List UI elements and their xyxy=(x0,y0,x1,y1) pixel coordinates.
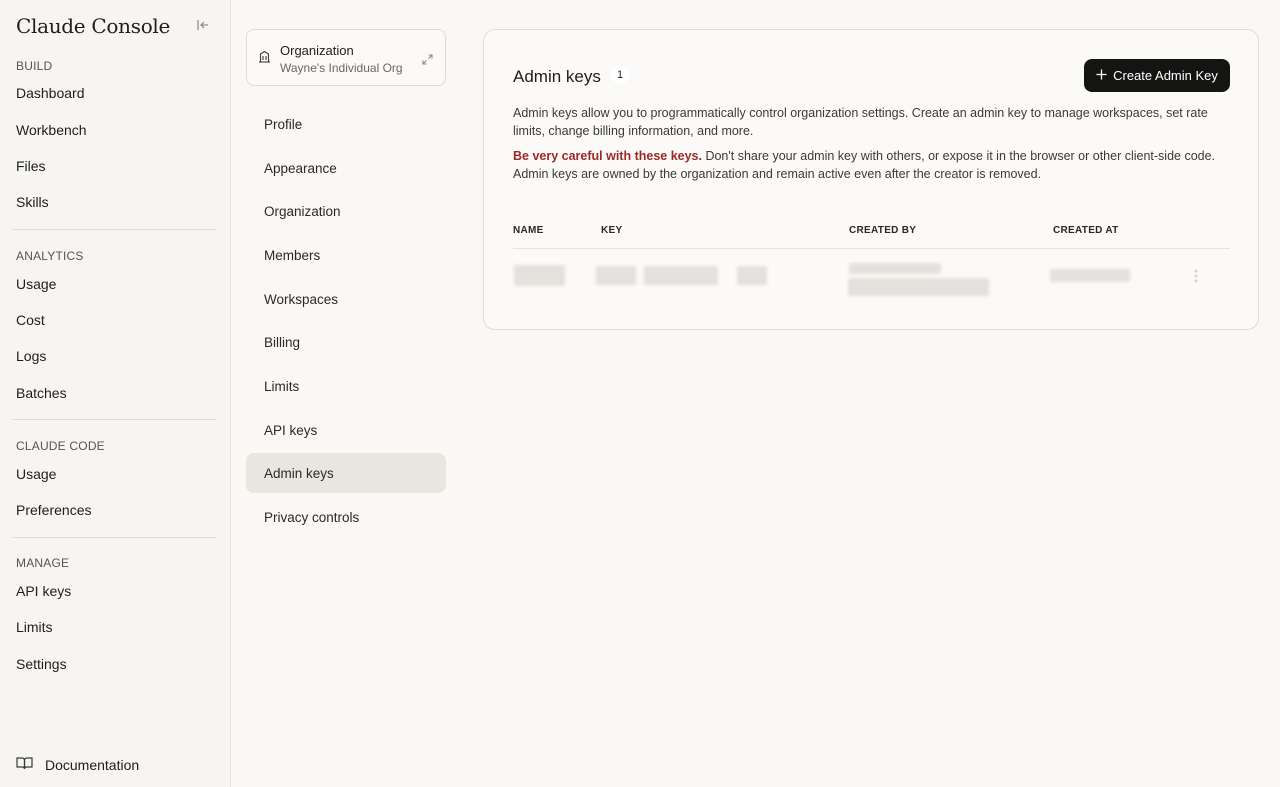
settings-item-appearance[interactable]: Appearance xyxy=(246,148,446,188)
redacted-key-part xyxy=(737,266,767,285)
warning-strong-text: Be very careful with these keys. xyxy=(513,149,702,163)
sidebar-item-skills[interactable]: Skills xyxy=(16,194,49,210)
sidebar-item-logs[interactable]: Logs xyxy=(16,348,46,364)
settings-item-members[interactable]: Members xyxy=(246,235,446,275)
sidebar-item-workbench[interactable]: Workbench xyxy=(16,122,87,138)
sidebar-divider xyxy=(12,419,216,420)
org-switcher-title: Organization xyxy=(280,43,354,58)
building-icon xyxy=(258,50,271,68)
settings-item-admin-keys[interactable]: Admin keys xyxy=(246,453,446,493)
key-count-badge: 1 xyxy=(611,66,629,84)
column-header-created-at: CREATED AT xyxy=(1053,225,1119,236)
sidebar-item-usage[interactable]: Usage xyxy=(16,276,56,292)
section-label-manage: MANAGE xyxy=(16,556,70,570)
redacted-key-part xyxy=(644,266,718,285)
redacted-creator-email xyxy=(848,278,989,296)
redacted-key-part xyxy=(596,266,636,285)
column-header-name: NAME xyxy=(513,225,544,236)
section-label-build: BUILD xyxy=(16,59,53,73)
settings-item-workspaces[interactable]: Workspaces xyxy=(246,279,446,319)
row-actions-icon[interactable] xyxy=(1188,268,1204,284)
settings-item-billing[interactable]: Billing xyxy=(246,322,446,362)
sidebar-item-limits[interactable]: Limits xyxy=(16,619,53,635)
settings-item-organization[interactable]: Organization xyxy=(246,191,446,231)
create-admin-key-label: Create Admin Key xyxy=(1113,68,1218,83)
sidebar-item-dashboard[interactable]: Dashboard xyxy=(16,85,85,101)
sidebar: Claude Console BUILD Dashboard Workbench… xyxy=(0,0,231,787)
documentation-label: Documentation xyxy=(45,756,140,773)
sidebar-item-files[interactable]: Files xyxy=(16,158,46,174)
admin-keys-panel: Admin keys 1 Create Admin Key Admin keys… xyxy=(483,29,1259,330)
section-label-claude-code: CLAUDE CODE xyxy=(16,439,105,453)
expand-icon xyxy=(422,52,433,70)
create-admin-key-button[interactable]: Create Admin Key xyxy=(1084,59,1230,92)
redacted-created-at xyxy=(1050,269,1130,282)
sidebar-item-preferences[interactable]: Preferences xyxy=(16,502,91,518)
settings-item-privacy-controls[interactable]: Privacy controls xyxy=(246,497,446,537)
settings-item-limits[interactable]: Limits xyxy=(246,366,446,406)
sidebar-item-settings[interactable]: Settings xyxy=(16,656,67,672)
collapse-sidebar-icon[interactable] xyxy=(196,18,214,36)
sidebar-divider xyxy=(12,229,216,230)
org-name: Wayne's Individual Org xyxy=(280,61,403,75)
documentation-link[interactable]: Documentation xyxy=(16,756,139,773)
page-title: Admin keys xyxy=(513,67,601,86)
sidebar-item-batches[interactable]: Batches xyxy=(16,385,67,401)
sidebar-item-code-usage[interactable]: Usage xyxy=(16,466,56,482)
admin-keys-warning: Be very careful with these keys. Don't s… xyxy=(513,147,1235,183)
book-icon xyxy=(16,756,33,773)
settings-item-profile[interactable]: Profile xyxy=(246,104,446,144)
section-label-analytics: ANALYTICS xyxy=(16,249,84,263)
organization-switcher[interactable]: Organization Wayne's Individual Org xyxy=(246,29,446,86)
sidebar-item-cost[interactable]: Cost xyxy=(16,312,45,328)
redacted-name xyxy=(514,265,565,286)
column-header-key: KEY xyxy=(601,225,623,236)
sidebar-item-api-keys[interactable]: API keys xyxy=(16,583,71,599)
admin-keys-description: Admin keys allow you to programmatically… xyxy=(513,106,1208,138)
plus-icon xyxy=(1096,68,1107,83)
redacted-creator-name xyxy=(849,263,941,274)
sidebar-divider xyxy=(12,537,216,538)
column-header-created-by: CREATED BY xyxy=(849,225,917,236)
table-divider xyxy=(513,248,1230,249)
app-title: Claude Console xyxy=(16,14,171,38)
settings-item-api-keys[interactable]: API keys xyxy=(246,410,446,450)
